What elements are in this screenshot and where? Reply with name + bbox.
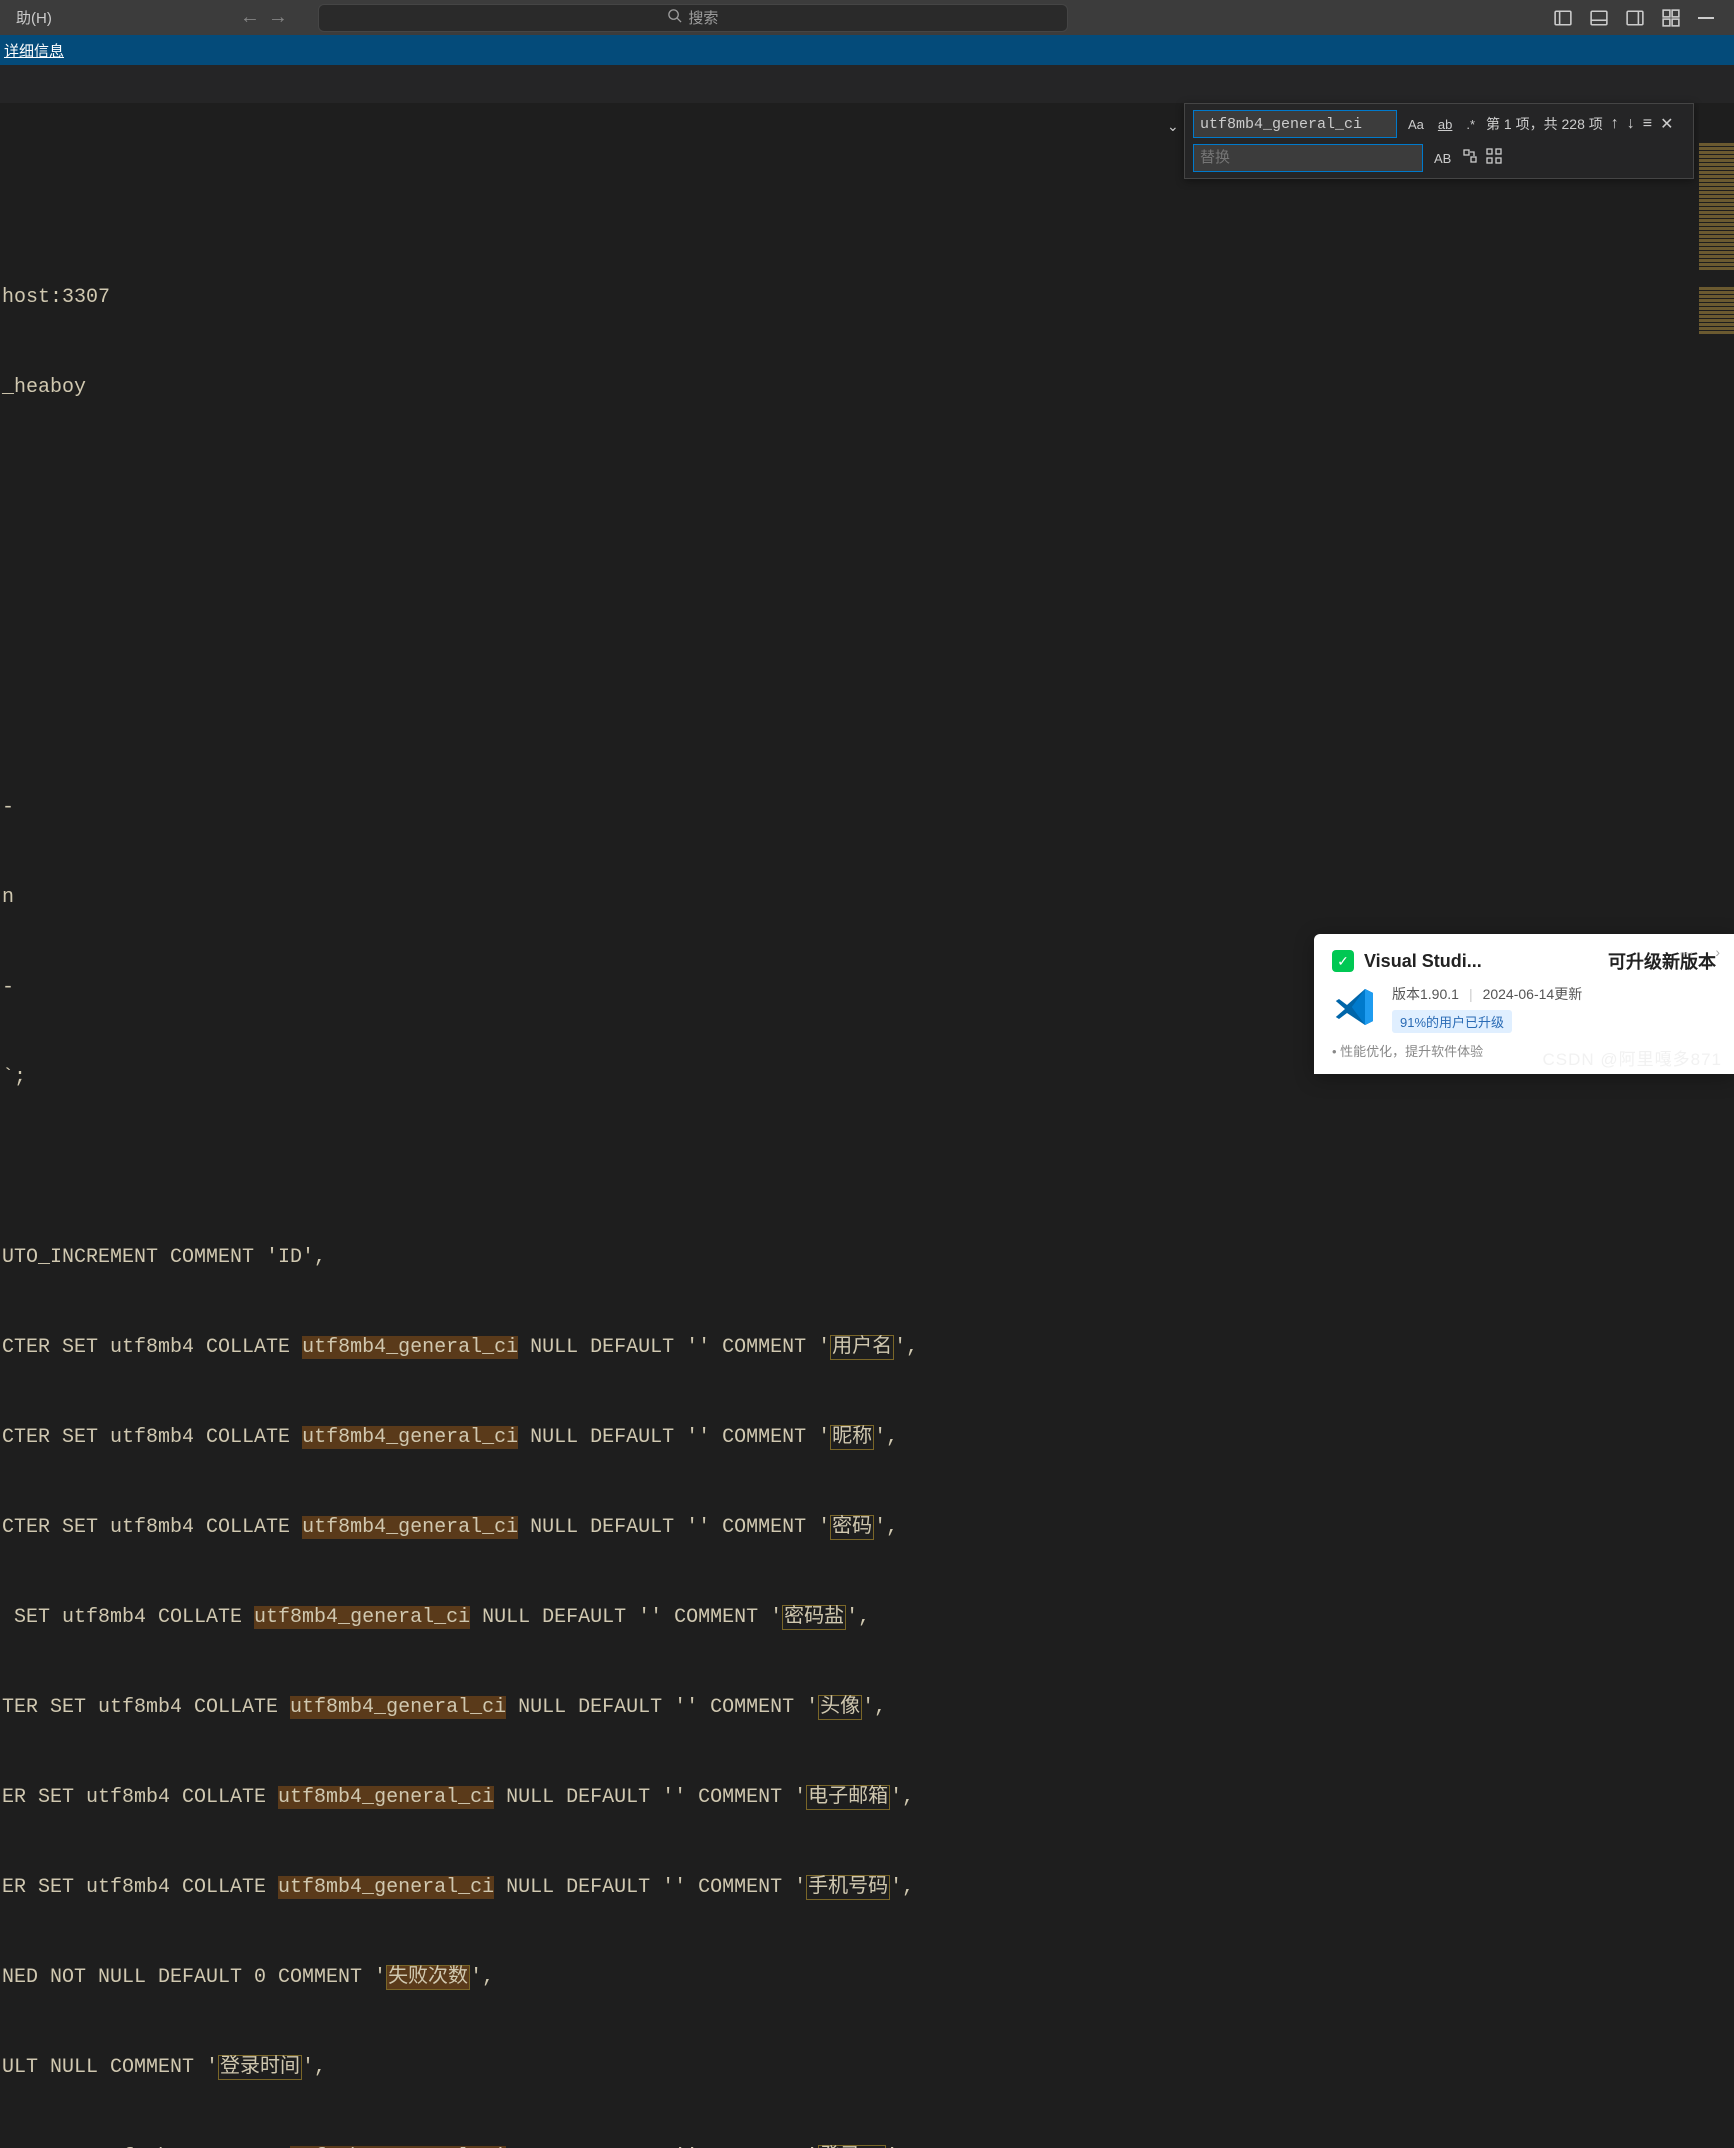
editor-area: ⌄ Aa ab .* 第 1 项，共 228 项 ↑ ↓ ≡ ✕ AB host… <box>0 103 1734 1074</box>
details-link[interactable]: 详细信息 <box>4 40 64 61</box>
code-line: host:3307 <box>0 283 1699 313</box>
editor-tab-strip <box>0 65 1734 103</box>
code-line: ER SET utf8mb4 COLLATE utf8mb4_general_c… <box>0 1783 1699 1813</box>
code-line: - <box>0 793 1699 823</box>
code-line: ULT NULL COMMENT '登录时间', <box>0 2053 1699 2083</box>
code-content[interactable]: host:3307 _heaboy - n - `; UTO_INCREMENT… <box>0 103 1699 1074</box>
code-line: TER SET utf8mb4 COLLATE utf8mb4_general_… <box>0 2143 1699 2148</box>
nav-arrows: ← → <box>240 6 288 29</box>
code-line: CTER SET utf8mb4 COLLATE utf8mb4_general… <box>0 1423 1699 1453</box>
notification-version: 版本1.90.1 <box>1392 984 1459 1004</box>
notification-title: Visual Studi... <box>1364 951 1482 972</box>
vscode-logo-icon <box>1332 984 1378 1030</box>
notification-date: 2024-06-14更新 <box>1483 984 1583 1004</box>
minimap[interactable] <box>1699 103 1734 1074</box>
notification-more-icon[interactable]: ⋯ <box>1679 944 1694 962</box>
nav-forward-icon[interactable]: → <box>268 6 288 29</box>
notification-banner: 详细信息 <box>0 35 1734 65</box>
code-line: SET utf8mb4 COLLATE utf8mb4_general_ci N… <box>0 1603 1699 1633</box>
toggle-panel-icon[interactable] <box>1590 9 1608 27</box>
toggle-secondary-sidebar-icon[interactable] <box>1626 9 1644 27</box>
code-line: n <box>0 883 1699 913</box>
code-line: ER SET utf8mb4 COLLATE utf8mb4_general_c… <box>0 1873 1699 1903</box>
notification-headline: 可升级新版本 <box>1608 948 1716 974</box>
update-notification: ⋯ › ✓ Visual Studi... 可升级新版本 版本1.90.1 | … <box>1314 934 1734 1074</box>
code-line: UTO_INCREMENT COMMENT 'ID', <box>0 1243 1699 1273</box>
notification-footer: • 性能优化，提升软件体验 <box>1332 1041 1716 1060</box>
toggle-primary-sidebar-icon[interactable] <box>1554 9 1572 27</box>
search-icon <box>667 8 682 27</box>
search-placeholder: 搜索 <box>688 7 718 28</box>
code-line: NED NOT NULL DEFAULT 0 COMMENT '失败次数', <box>0 1963 1699 1993</box>
code-line: TER SET utf8mb4 COLLATE utf8mb4_general_… <box>0 1693 1699 1723</box>
notification-badge-icon: ✓ <box>1332 950 1354 972</box>
code-line: _heaboy <box>0 373 1699 403</box>
title-bar: 助(H) ← → 搜索 <box>0 0 1734 35</box>
code-line: CTER SET utf8mb4 COLLATE utf8mb4_general… <box>0 1513 1699 1543</box>
upgrade-percentage-badge: 91%的用户已升级 <box>1392 1010 1512 1033</box>
nav-back-icon[interactable]: ← <box>240 6 260 29</box>
menu-help[interactable]: 助(H) <box>8 3 60 32</box>
layout-controls <box>1554 9 1714 27</box>
minimize-icon[interactable] <box>1698 9 1714 27</box>
code-line: CTER SET utf8mb4 COLLATE utf8mb4_general… <box>0 1333 1699 1363</box>
notification-close-icon[interactable]: › <box>1715 944 1720 960</box>
customize-layout-icon[interactable] <box>1662 9 1680 27</box>
command-center-search[interactable]: 搜索 <box>318 4 1068 32</box>
divider: | <box>1469 986 1473 1002</box>
